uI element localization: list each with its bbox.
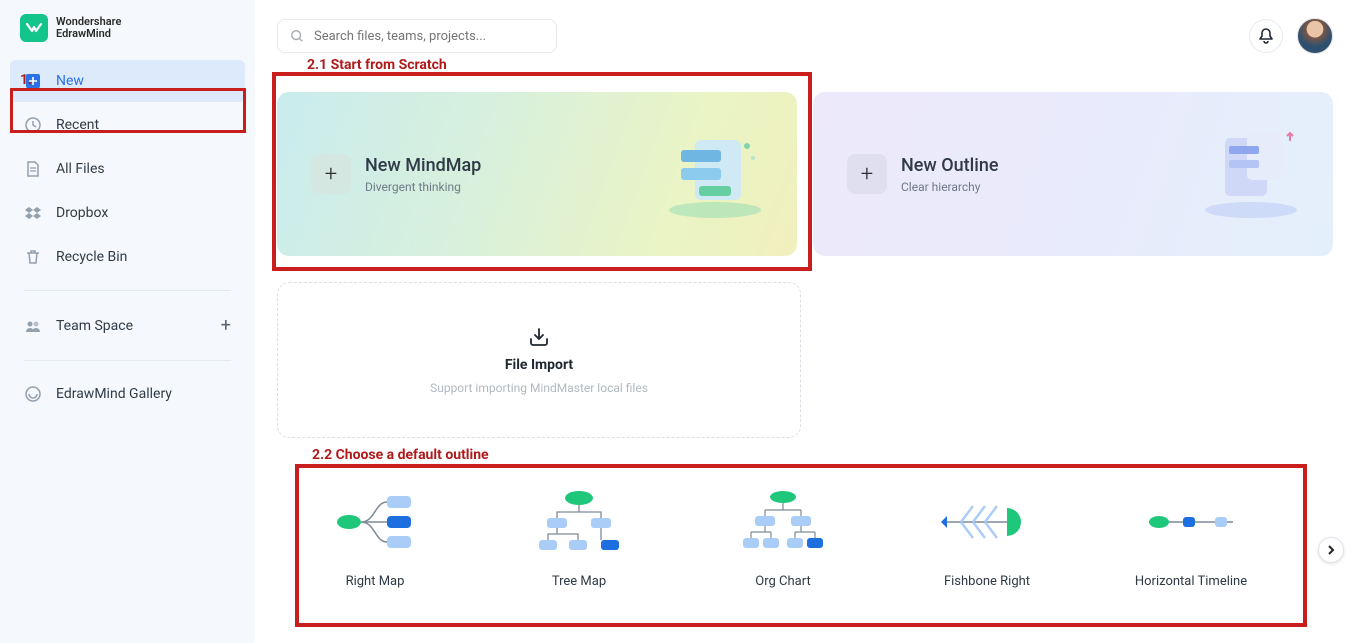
add-team-icon[interactable]: + (221, 315, 231, 336)
template-label: Right Map (346, 574, 405, 589)
template-fishbone-right[interactable]: Fishbone Right (892, 488, 1082, 589)
card-subtitle: Clear hierarchy (901, 180, 999, 194)
sidebar-item-label: New (56, 73, 84, 89)
search-icon (290, 29, 304, 43)
team-icon (24, 317, 42, 335)
new-mindmap-card[interactable]: + New MindMap Divergent thinking (277, 92, 797, 256)
card-subtitle: Divergent thinking (365, 180, 481, 194)
template-label: Tree Map (552, 574, 606, 589)
sidebar-item-team-space[interactable]: Team Space + (10, 303, 245, 348)
sidebar-item-label: Dropbox (56, 205, 108, 221)
sidebar-item-label: EdrawMind Gallery (56, 386, 172, 402)
doc-icon (24, 160, 42, 178)
logo-icon (20, 14, 48, 42)
tree-map-icon (529, 488, 629, 556)
import-icon (527, 325, 551, 349)
mindmap-illustration-icon (655, 110, 775, 230)
sidebar-item-label: Team Space (56, 318, 133, 334)
card-title: New MindMap (365, 155, 481, 176)
clock-icon (24, 116, 42, 134)
notifications-button[interactable] (1249, 19, 1283, 53)
dropbox-icon (24, 204, 42, 222)
import-subtitle: Support importing MindMaster local files (430, 381, 648, 395)
gallery-icon (24, 385, 42, 403)
sidebar-item-gallery[interactable]: EdrawMind Gallery (10, 373, 245, 415)
logo-text: Wondershare EdrawMind (56, 16, 121, 40)
sidebar-item-recent[interactable]: Recent (10, 104, 245, 146)
trash-icon (24, 248, 42, 266)
plus-icon: + (311, 154, 351, 194)
chevron-right-icon (1326, 545, 1336, 555)
template-label: Fishbone Right (944, 574, 1030, 589)
sidebar-item-label: All Files (56, 161, 105, 177)
template-org-chart[interactable]: Org Chart (688, 488, 878, 589)
card-title: New Outline (901, 155, 999, 176)
plus-icon: + (847, 154, 887, 194)
bell-icon (1257, 27, 1275, 45)
main-content: + New MindMap Divergent thinking (255, 0, 1355, 643)
import-title: File Import (505, 357, 573, 373)
user-avatar[interactable] (1297, 18, 1333, 54)
topbar (277, 18, 1333, 54)
org-chart-icon (733, 488, 833, 556)
fishbone-icon (937, 488, 1037, 556)
sidebar-item-new[interactable]: New (10, 60, 245, 102)
right-map-icon (325, 488, 425, 556)
template-label: Horizontal Timeline (1135, 574, 1247, 589)
new-outline-card[interactable]: + New Outline Clear hierarchy (813, 92, 1333, 256)
divider (24, 360, 231, 361)
annotation-step-21: 2.1 Start from Scratch (307, 57, 447, 73)
search-input[interactable] (277, 19, 557, 53)
file-import-card[interactable]: File Import Support importing MindMaster… (277, 282, 801, 438)
outline-illustration-icon (1191, 110, 1311, 230)
search-field[interactable] (314, 29, 544, 44)
annotation-step-22: 2.2 Choose a default outline (312, 447, 489, 463)
sidebar: Wondershare EdrawMind New Recent All Fil… (0, 0, 255, 643)
sidebar-item-label: Recent (56, 117, 99, 133)
sidebar-item-all-files[interactable]: All Files (10, 148, 245, 190)
sidebar-item-recycle-bin[interactable]: Recycle Bin (10, 236, 245, 278)
templates-row: Right Map Tree Map (277, 488, 1289, 589)
timeline-icon (1141, 488, 1241, 556)
sidebar-item-label: Recycle Bin (56, 249, 127, 265)
app-logo: Wondershare EdrawMind (10, 14, 245, 42)
template-tree-map[interactable]: Tree Map (484, 488, 674, 589)
templates-scroll-next[interactable] (1318, 537, 1344, 563)
template-label: Org Chart (755, 574, 810, 589)
annotation-step-1: 1. (20, 72, 32, 88)
template-right-map[interactable]: Right Map (280, 488, 470, 589)
divider (24, 290, 231, 291)
sidebar-item-dropbox[interactable]: Dropbox (10, 192, 245, 234)
template-horizontal-timeline[interactable]: Horizontal Timeline (1096, 488, 1286, 589)
